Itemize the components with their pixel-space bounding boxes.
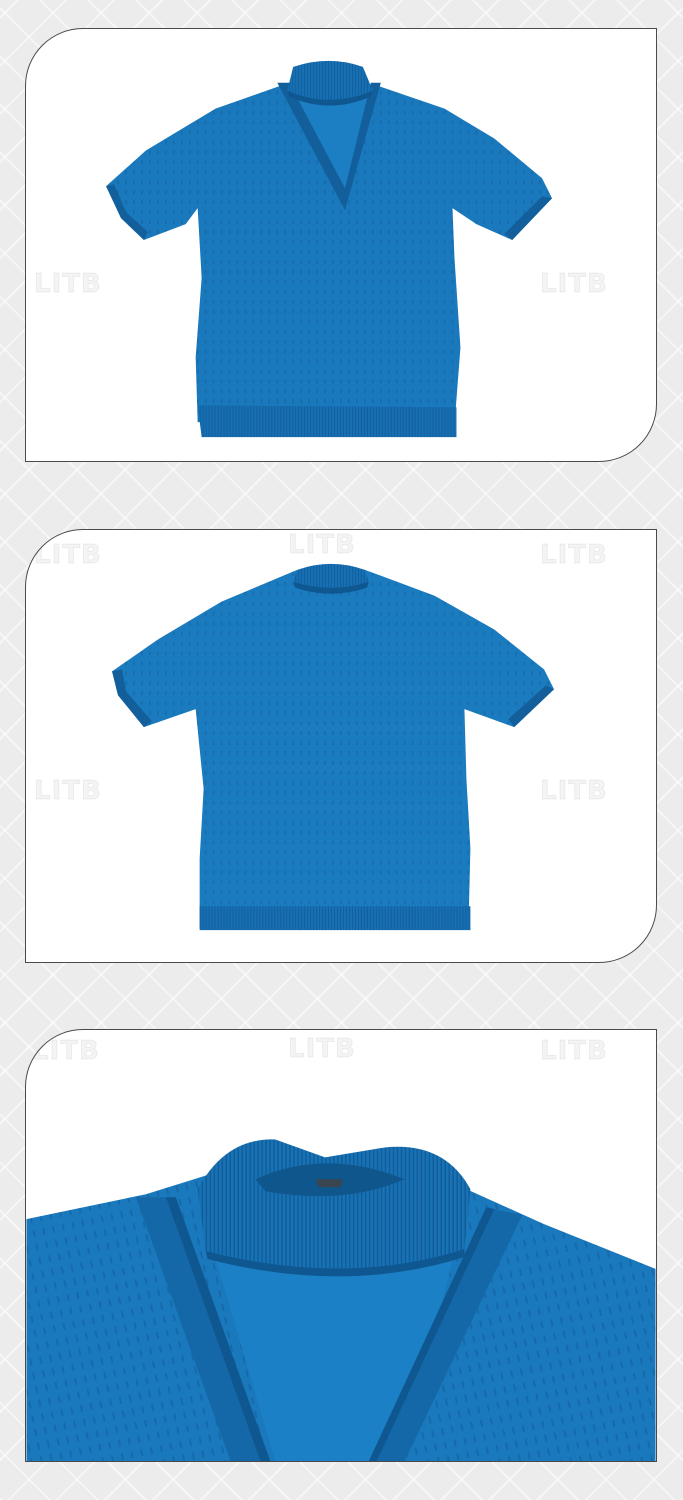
watermark-label: LITB [34, 776, 102, 807]
shirt-front-image [106, 60, 553, 438]
watermark-label: LITB [288, 530, 356, 561]
product-image-back: LITB LITB LITB LITB LITB [25, 529, 657, 963]
product-image-front: LITB LITB [25, 28, 657, 462]
watermark-label: LITB [540, 1036, 608, 1067]
collar-detail-image [26, 1139, 656, 1461]
watermark-label: LITB [34, 269, 102, 300]
watermark-label: LITB [288, 1034, 356, 1065]
shirt-back-image [112, 563, 555, 931]
watermark-label: LITB [32, 1036, 100, 1067]
watermark-label: LITB [34, 540, 102, 571]
watermark-label: LITB [540, 776, 608, 807]
product-image-collar-detail: LITB LITB LITB [25, 1029, 657, 1462]
watermark-label: LITB [540, 540, 608, 571]
watermark-label: LITB [540, 269, 608, 300]
